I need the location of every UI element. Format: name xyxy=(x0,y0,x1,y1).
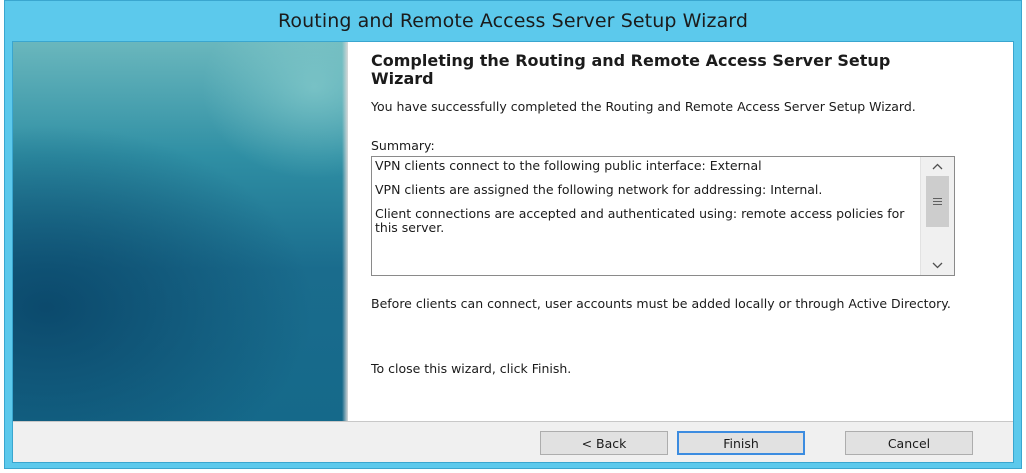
chevron-up-icon[interactable] xyxy=(922,158,953,175)
intro-text: You have successfully completed the Rout… xyxy=(371,99,916,114)
summary-line: Client connections are accepted and auth… xyxy=(375,206,905,235)
chevron-down-icon[interactable] xyxy=(922,257,953,274)
wizard-side-banner xyxy=(13,42,348,421)
page-title: Completing the Routing and Remote Access… xyxy=(371,51,891,88)
window-title: Routing and Remote Access Server Setup W… xyxy=(277,10,749,32)
title-bar[interactable]: Routing and Remote Access Server Setup W… xyxy=(5,1,1021,41)
wizard-body: Completing the Routing and Remote Access… xyxy=(12,41,1014,463)
summary-label: Summary: xyxy=(371,138,435,153)
close-hint: To close this wizard, click Finish. xyxy=(371,361,572,376)
wizard-content: Completing the Routing and Remote Access… xyxy=(348,42,1013,421)
footer-divider xyxy=(13,421,1013,422)
summary-textbox[interactable]: VPN clients connect to the following pub… xyxy=(371,156,955,276)
back-button[interactable]: < Back xyxy=(540,431,668,455)
summary-line: VPN clients connect to the following pub… xyxy=(375,159,762,173)
wizard-window: Routing and Remote Access Server Setup W… xyxy=(4,0,1022,469)
cancel-button[interactable]: Cancel xyxy=(845,431,973,455)
summary-content: VPN clients connect to the following pub… xyxy=(375,159,913,273)
accounts-note: Before clients can connect, user account… xyxy=(371,296,951,311)
scrollbar-thumb[interactable] xyxy=(926,176,949,227)
grip-icon xyxy=(933,198,942,205)
summary-line: VPN clients are assigned the following n… xyxy=(375,182,823,197)
summary-scrollbar[interactable] xyxy=(920,157,954,275)
finish-button[interactable]: Finish xyxy=(677,431,805,455)
